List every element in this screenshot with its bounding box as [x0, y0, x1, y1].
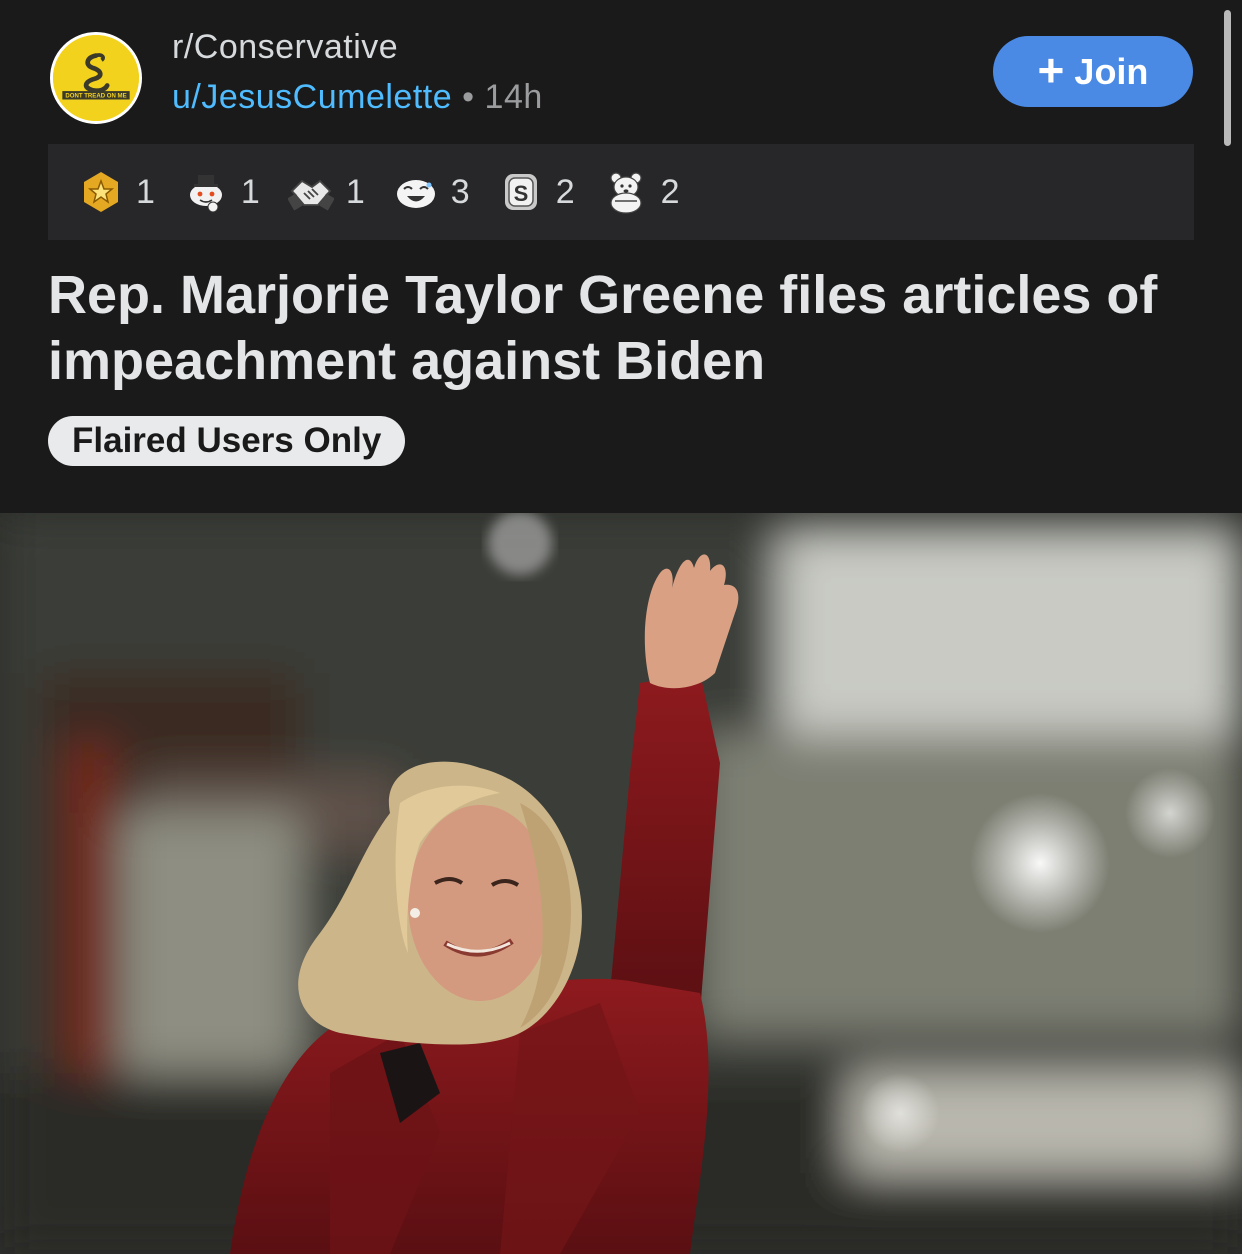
award-count: 2 [660, 172, 680, 211]
post-title[interactable]: Rep. Marjorie Taylor Greene files articl… [48, 262, 1208, 394]
gadsden-motto-text: DONT TREAD ON ME [65, 94, 126, 100]
award-gold-star[interactable]: 1 [78, 169, 155, 215]
silver-award-icon: S [504, 174, 537, 210]
bear-award-icon [610, 172, 642, 214]
award-laughing[interactable]: 3 [393, 169, 470, 215]
post-header: DONT TREAD ON ME r/Conservative u/JesusC… [0, 0, 1242, 513]
join-label: Join [1074, 50, 1149, 92]
award-count: 1 [345, 172, 365, 211]
post-byline: u/JesusCumelette • 14h [172, 78, 543, 117]
scrollbar[interactable] [1224, 10, 1231, 146]
laughing-face-award-icon [396, 180, 435, 208]
award-count: 3 [450, 172, 470, 211]
join-button[interactable]: + Join [993, 36, 1193, 107]
subreddit-avatar[interactable]: DONT TREAD ON ME [50, 32, 142, 124]
plus-icon: + [1037, 43, 1065, 96]
post-age: 14h [484, 78, 543, 116]
post-flair[interactable]: Flaired Users Only [48, 416, 406, 466]
award-bear[interactable]: 2 [603, 169, 680, 215]
gold-star-award-icon [84, 172, 118, 212]
award-snoo[interactable]: 1 [183, 169, 260, 215]
photo-illustration [0, 513, 1242, 1254]
award-count: 2 [555, 172, 575, 211]
post-image[interactable] [0, 513, 1242, 1254]
award-handshake[interactable]: 1 [287, 169, 365, 215]
award-count: 1 [136, 172, 155, 211]
subreddit-name[interactable]: r/Conservative [172, 28, 398, 67]
awards-bar[interactable]: 1 1 1 3 S 2 2 [48, 144, 1194, 240]
silver-award-glyph: S [513, 181, 528, 206]
handshake-award-icon [287, 179, 334, 211]
author-link[interactable]: u/JesusCumelette [172, 78, 452, 116]
snoo-pilgrim-award-icon [189, 175, 222, 213]
byline-separator: • [462, 78, 475, 116]
award-count: 1 [240, 172, 260, 211]
gadsden-flag-icon: DONT TREAD ON ME [53, 35, 139, 121]
award-silver[interactable]: S 2 [498, 169, 575, 215]
